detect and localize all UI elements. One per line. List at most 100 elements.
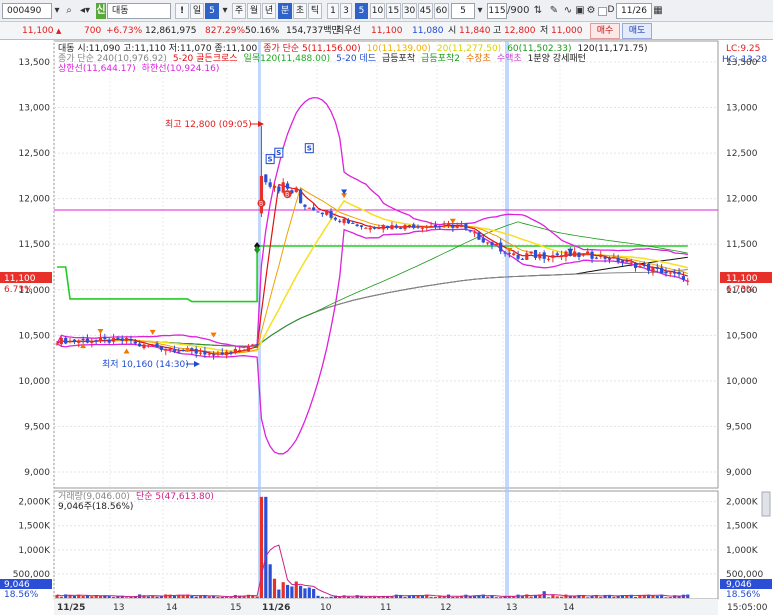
- indicator-icon[interactable]: ⇅: [530, 3, 546, 19]
- settings-icon[interactable]: ⚙: [586, 3, 596, 19]
- volume-bar: [220, 596, 224, 598]
- candle-body: [294, 187, 298, 193]
- candle-body: [390, 225, 394, 230]
- candle-body: [473, 232, 477, 234]
- candle-body: [159, 346, 163, 350]
- interval-input[interactable]: 5: [451, 3, 475, 19]
- price-tick-right: 10,000: [726, 377, 758, 387]
- minute-5[interactable]: 5: [355, 3, 368, 19]
- time-tick: 13: [113, 603, 124, 613]
- minute-45[interactable]: 45: [418, 3, 433, 19]
- candle-body: [586, 251, 590, 255]
- candle-body: [77, 340, 81, 343]
- candle-body: [316, 211, 320, 213]
- candle-body: [268, 182, 272, 187]
- tool-icon[interactable]: ✎: [546, 3, 562, 19]
- wave-icon[interactable]: ∿: [562, 3, 574, 19]
- candle-body: [581, 253, 585, 256]
- candle-body: [655, 267, 659, 269]
- candle-body: [664, 271, 668, 274]
- code-dropdown-icon[interactable]: ▾: [52, 3, 62, 19]
- buy-button[interactable]: 매수: [590, 23, 620, 39]
- candle-body: [433, 224, 438, 227]
- minute-30[interactable]: 30: [402, 3, 417, 19]
- quote-amount: 154,737백만: [286, 26, 340, 36]
- volume-bar: [668, 597, 672, 598]
- sell-signal-text: S: [276, 149, 281, 157]
- save-icon[interactable]: ▣: [574, 3, 586, 19]
- alert-button[interactable]: !: [175, 3, 189, 19]
- chart-area[interactable]: SSSBB 13,500 13,500 13,000 13,000 12,500 12,5…: [0, 40, 773, 616]
- candle-body: [642, 265, 646, 267]
- stock-code-input[interactable]: 000490: [2, 3, 52, 19]
- stock-name-field[interactable]: 대동: [107, 3, 171, 19]
- price-tick-right: 9,500: [726, 422, 752, 432]
- candle-body: [425, 226, 429, 228]
- volume-scroll-handle[interactable]: [761, 491, 771, 517]
- open-label: 시: [448, 26, 457, 36]
- period-tick[interactable]: 틱: [308, 3, 322, 19]
- high-annotation: 최고 12,800 (09:05): [165, 119, 252, 130]
- chart-toolbar: 000490 ▾ ⌕ ◂▾ 신 대동 ! 일 5 ▾ 주 월 년 분 초 틱 1…: [0, 0, 773, 22]
- legend-line-2: 종가 단순 240(10,976.92) 5-20 골든크로스 일목120(11,4…: [58, 52, 586, 64]
- minute-10[interactable]: 10: [370, 3, 385, 19]
- candle-body: [133, 341, 137, 344]
- period-second[interactable]: 초: [293, 3, 307, 19]
- candle-body: [629, 262, 633, 264]
- candle-body: [194, 348, 198, 354]
- period-monthly[interactable]: 월: [247, 3, 261, 19]
- volume-bar: [181, 595, 185, 598]
- date-input[interactable]: 11/26: [616, 3, 652, 19]
- volume-bar: [568, 596, 572, 598]
- sell-signal-text: S: [307, 145, 312, 153]
- volume-bar: [455, 596, 459, 598]
- buy-signal-text: B: [259, 201, 263, 208]
- price-tick-left: 11,500: [19, 240, 51, 250]
- volume-bar: [255, 596, 259, 598]
- candle-body: [207, 353, 211, 355]
- candle-body: [620, 260, 625, 263]
- legend-item: 급등포착: [382, 53, 415, 64]
- daily-button[interactable]: 일: [190, 3, 204, 19]
- up-arrow-icon: ▲: [56, 27, 62, 35]
- minute-3[interactable]: 3: [340, 3, 352, 19]
- search-icon[interactable]: ⌕: [63, 3, 75, 19]
- volume-bar: [686, 594, 690, 598]
- volume-tick-left: 1,000K: [18, 546, 51, 556]
- period-minute[interactable]: 분: [278, 3, 292, 19]
- date-checkbox[interactable]: [598, 7, 607, 16]
- volume-bar: [486, 596, 490, 598]
- candle-body: [255, 344, 259, 346]
- price-chart-svg[interactable]: SSSBB 13,500 13,50013,000 13,00012,500 12,5…: [0, 40, 773, 616]
- range-input[interactable]: 115: [487, 3, 507, 19]
- volume-bar: [520, 596, 525, 598]
- minute-15[interactable]: 15: [386, 3, 401, 19]
- volume-bar: [299, 585, 303, 598]
- day-count-select[interactable]: 5: [205, 3, 219, 19]
- day-dropdown-icon[interactable]: ▾: [220, 3, 230, 19]
- low-label: 저: [540, 26, 549, 36]
- period-yearly[interactable]: 년: [262, 3, 276, 19]
- candle-body: [542, 252, 546, 259]
- candle-body: [681, 276, 685, 280]
- candle-body: [90, 341, 94, 343]
- left-price-tag-text: 11,100: [4, 274, 36, 284]
- speaker-icon[interactable]: ◂▾: [76, 3, 94, 19]
- period-weekly[interactable]: 주: [232, 3, 246, 19]
- minute-1[interactable]: 1: [327, 3, 339, 19]
- interval-dropdown-icon[interactable]: ▾: [475, 3, 485, 19]
- volume-bar: [442, 596, 446, 598]
- date-checkbox-label: D: [607, 5, 615, 15]
- volume-bar: [364, 597, 368, 598]
- volume-bar: [633, 597, 638, 598]
- candle-body: [359, 225, 364, 227]
- calendar-icon[interactable]: ▦: [652, 3, 664, 19]
- minute-60[interactable]: 60: [434, 3, 449, 19]
- quote-change: 700: [84, 26, 102, 36]
- candle-body: [338, 220, 342, 222]
- candle-body: [299, 189, 303, 204]
- volume-plot-frame: [53, 490, 719, 600]
- candle-body: [277, 186, 281, 192]
- volume-bar: [586, 597, 590, 598]
- sell-button[interactable]: 매도: [622, 23, 652, 39]
